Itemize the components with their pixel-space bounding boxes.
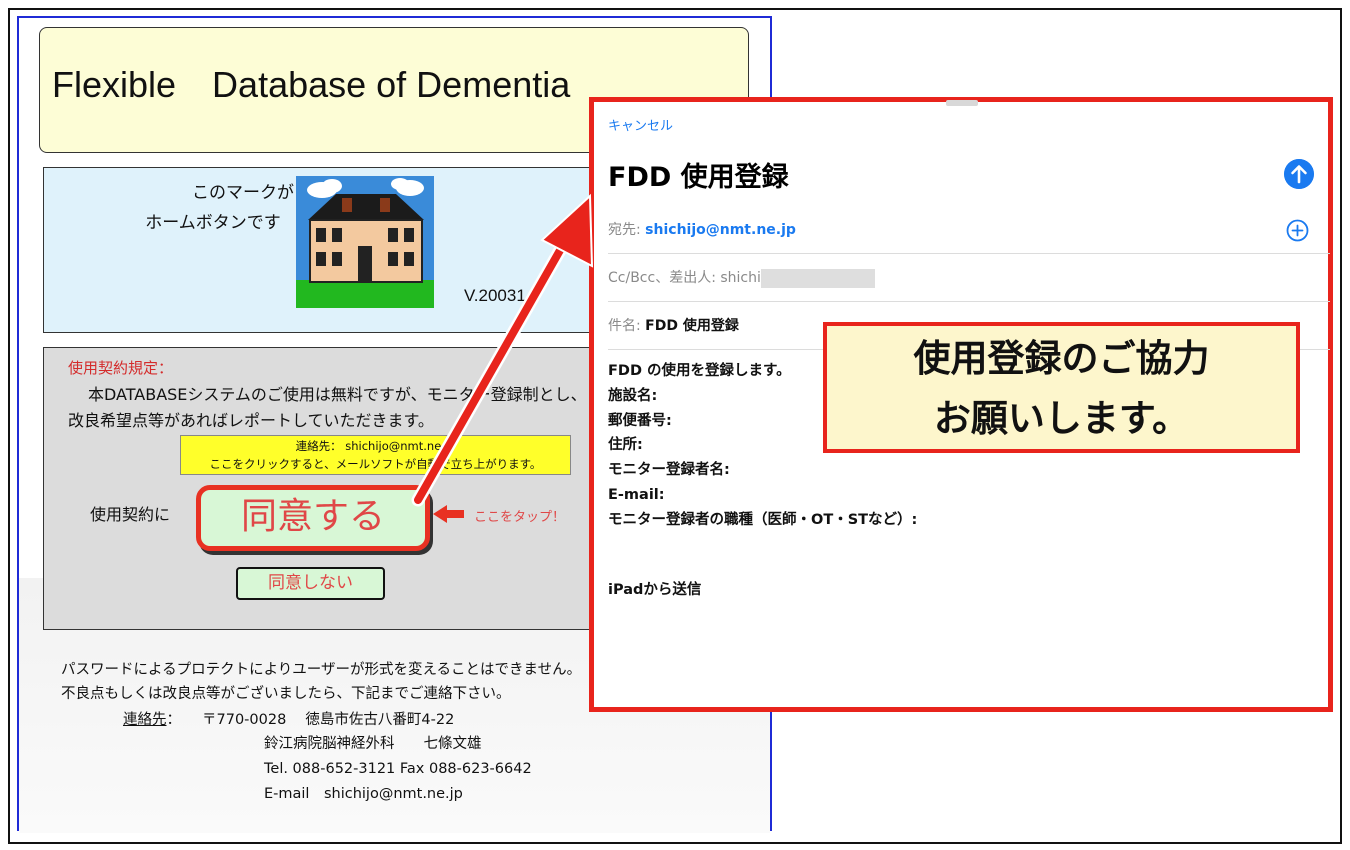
- house-home-icon[interactable]: [296, 176, 434, 308]
- usage-contract-panel: 使用契約規定： 本DATABASEシステムのご使用は無料ですが、モニター登録制と…: [43, 347, 603, 630]
- footer-contact-note: 不良点もしくは改良点等がございましたら、下記までご連絡下さい。: [61, 686, 511, 702]
- footer-hospital: 鈴江病院脳神経外科 七條文雄: [264, 736, 482, 752]
- to-recipient[interactable]: shichijo@nmt.ne.jp: [645, 222, 796, 238]
- footer-contact-colon: ：: [166, 712, 182, 728]
- app-title: Flexible Database of Dementia: [52, 64, 571, 105]
- footer-email: E-mail shichijo@nmt.ne.jp: [264, 786, 463, 802]
- footer-protect-note: パスワードによるプロテクトによりユーザーが形式を変えることはできません。: [61, 662, 582, 678]
- contact-email-link[interactable]: 連絡先： shichijo@nmt.ne.jp ここをクリックすると、メールソフ…: [180, 435, 571, 475]
- disagree-button[interactable]: 同意しない: [236, 567, 385, 600]
- body-line: モニター登録者の職種（医師・OT・STなど）:: [608, 511, 918, 528]
- registration-callout: 使用登録のご協力 お願いします。: [823, 322, 1300, 453]
- footer-contact-label: 連絡先: [123, 712, 167, 728]
- home-label-line2: ホームボタンです →: [145, 213, 312, 233]
- plus-circle-icon[interactable]: [1286, 219, 1309, 242]
- home-button-panel: このマークが ホームボタンです → V.20031: [43, 167, 603, 333]
- arrow-left-icon: [433, 505, 447, 523]
- footer-phone: Tel. 088-652-3121 Fax 088-623-6642: [264, 761, 532, 777]
- callout-line1: 使用登録のご協力: [913, 337, 1210, 380]
- footer-contact-row: 連絡先：: [123, 708, 181, 732]
- agree-prefix-label: 使用契約に: [90, 505, 171, 524]
- cc-label: Cc/Bcc、差出人:: [608, 270, 721, 286]
- subject-label: 件名:: [608, 318, 646, 334]
- cc-bcc-field[interactable]: Cc/Bcc、差出人: shichi: [608, 254, 1330, 302]
- tap-here-note: ここをタップ！: [474, 510, 566, 525]
- redacted-block: [760, 268, 875, 288]
- footer-address: 〒770-0028 徳島市佐古八番町4-22: [202, 712, 455, 728]
- subject-value: FDD 使用登録: [645, 318, 739, 334]
- cc-sender: shichi: [720, 270, 761, 286]
- arrow-up-circle-icon[interactable]: [1284, 159, 1314, 189]
- mail-signature: iPadから送信: [608, 582, 702, 598]
- version-label: V.20031: [464, 286, 526, 305]
- tap-arrow-tail: [446, 510, 464, 518]
- to-label: 宛先:: [608, 222, 646, 238]
- body-line: モニター登録者名:: [608, 462, 730, 479]
- cancel-button[interactable]: キャンセル: [608, 115, 673, 134]
- mail-title: FDD 使用登録: [608, 162, 789, 193]
- to-field[interactable]: 宛先: shichijo@nmt.ne.jp: [608, 206, 1330, 254]
- callout-line2: お願いします。: [933, 397, 1190, 440]
- contact-email-line: 連絡先： shichijo@nmt.ne.jp: [295, 439, 456, 453]
- body-line: E-mail:: [608, 486, 665, 503]
- home-label-line1: このマークが: [192, 183, 294, 203]
- contract-heading: 使用契約規定：: [68, 359, 174, 377]
- contract-body: 本DATABASEシステムのご使用は無料ですが、モニター登録制とし、改良希望点等…: [68, 385, 587, 430]
- sheet-grabber[interactable]: [946, 100, 978, 106]
- agree-button[interactable]: 同意する: [196, 485, 430, 551]
- contact-hint-line: ここをクリックすると、メールソフトが自動で立ち上がります。: [209, 457, 542, 471]
